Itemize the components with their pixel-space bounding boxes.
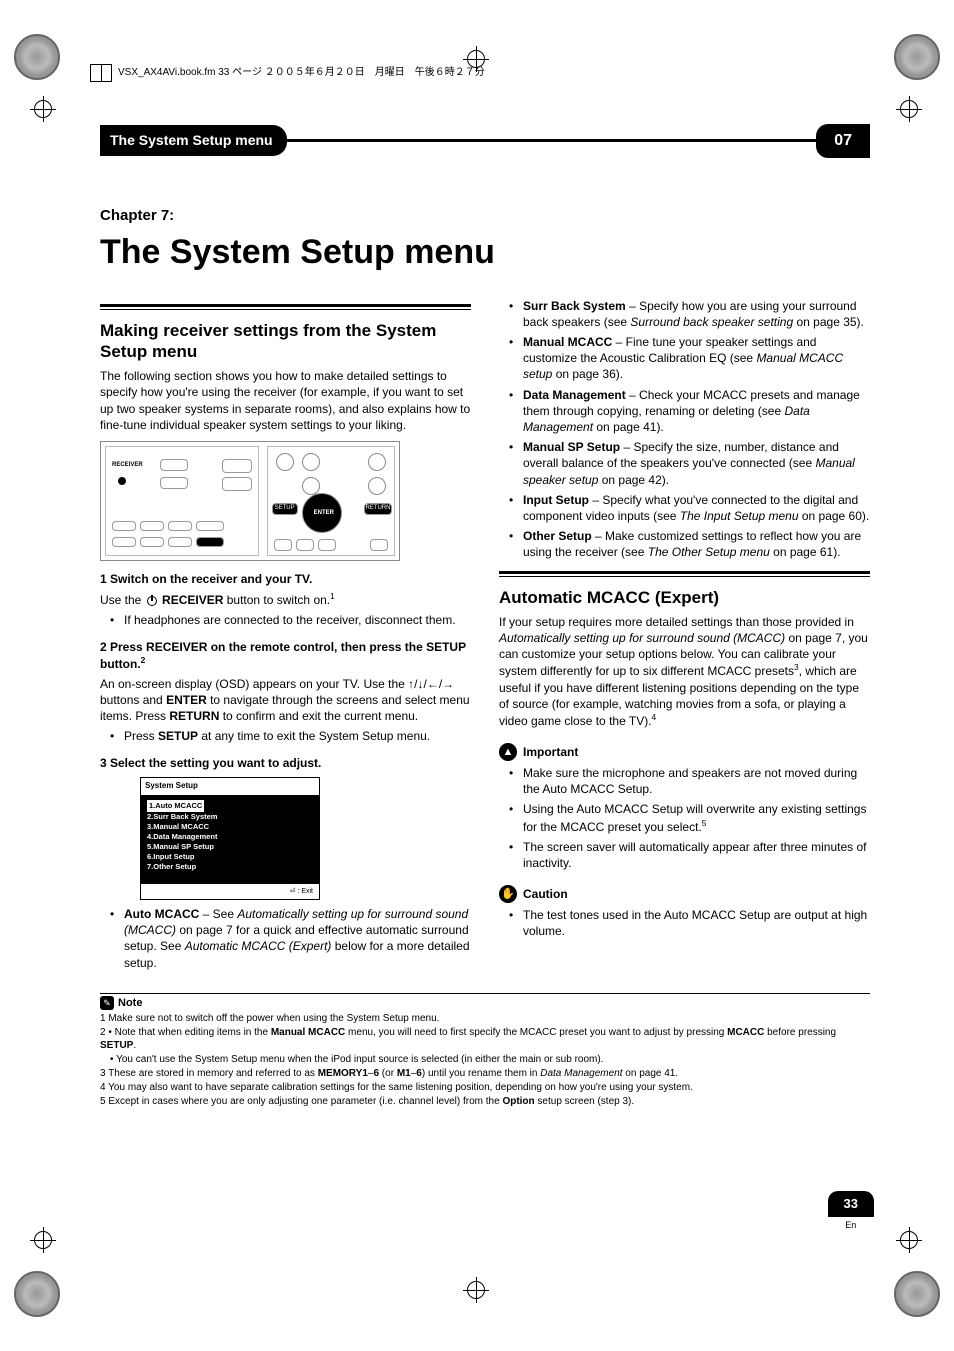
- caution-label: Caution: [523, 886, 568, 902]
- footnote: 4 You may also want to have separate cal…: [100, 1081, 870, 1094]
- osd-item: 3.Manual MCACC: [147, 822, 313, 832]
- footnote: 2 • Note that when editing items in the …: [100, 1026, 870, 1052]
- text: button to switch on.: [223, 593, 330, 607]
- caution-icon: ✋: [499, 885, 517, 903]
- footnote: • You can't use the System Setup menu wh…: [100, 1053, 870, 1066]
- footnote: 1 Make sure not to switch off the power …: [100, 1012, 870, 1025]
- step-3-title: 3 Select the setting you want to adjust.: [100, 755, 471, 771]
- binder-ring-top-right: [894, 34, 940, 80]
- footnote: 3 These are stored in memory and referre…: [100, 1067, 870, 1080]
- page-header: The System Setup menu 07: [100, 124, 870, 158]
- page-number-badge: 33 En: [828, 1191, 874, 1231]
- power-icon: [147, 596, 157, 606]
- list-item: Manual MCACC – Fine tune your speaker se…: [513, 334, 870, 383]
- arrow-icons: ↑/↓/←/→: [408, 677, 454, 691]
- list-item: Input Setup – Specify what you've connec…: [513, 492, 870, 524]
- chapter-number-badge: 07: [816, 124, 870, 158]
- setup-button-icon: SETUP: [272, 503, 298, 515]
- step-2-title: 2 Press RECEIVER on the remote control, …: [100, 639, 471, 672]
- binder-ring-bottom-left: [14, 1271, 60, 1317]
- page-language: En: [828, 1219, 874, 1231]
- note-title: Note: [118, 996, 142, 1011]
- enter-button-icon: ENTER: [314, 509, 334, 517]
- text-bold: RECEIVER: [159, 593, 224, 607]
- figure-remote-control: RECEIVER: [100, 441, 400, 561]
- heading-receiver-settings: Making receiver settings from the System…: [100, 320, 471, 363]
- list-item: Manual SP Setup – Specify the size, numb…: [513, 439, 870, 488]
- footnote-ref: 2: [141, 655, 146, 665]
- important-label: Important: [523, 744, 578, 760]
- osd-title: System Setup: [141, 778, 319, 796]
- list-item: Data Management – Check your MCACC prese…: [513, 387, 870, 436]
- osd-item: 7.Other Setup: [147, 862, 313, 872]
- osd-footer: ⏎ : Exit: [141, 883, 319, 899]
- list-item: Make sure the microphone and speakers ar…: [513, 765, 870, 797]
- book-icon: [90, 64, 112, 82]
- footnote-ref: 1: [330, 591, 335, 601]
- crop-mark: [467, 1281, 487, 1301]
- section-title-tab: The System Setup menu: [100, 125, 287, 156]
- binder-ring-bottom-right: [894, 1271, 940, 1317]
- header-rule: [287, 139, 817, 142]
- chapter-title: The System Setup menu: [100, 230, 870, 276]
- receiver-button-icon: [196, 537, 224, 547]
- power-button-icon: [118, 477, 126, 485]
- crop-mark: [900, 1231, 920, 1251]
- bookline-text: VSX_AX4AVi.book.fm 33 ページ ２００５年６月２０日 月曜日…: [118, 66, 485, 80]
- important-heading: ▲ Important: [499, 743, 870, 761]
- important-icon: ▲: [499, 743, 517, 761]
- list-item: Surr Back System – Specify how you are u…: [513, 298, 870, 330]
- text: Use the: [100, 593, 145, 607]
- osd-item: 2.Surr Back System: [147, 812, 313, 822]
- list-item: Other Setup – Make customized settings t…: [513, 528, 870, 560]
- figure-osd-menu: System Setup 1.Auto MCACC 2.Surr Back Sy…: [140, 777, 320, 900]
- step-2-desc: An on-screen display (OSD) appears on yo…: [100, 676, 471, 725]
- step-1-title: 1 Switch on the receiver and your TV.: [100, 571, 471, 587]
- osd-item: 5.Manual SP Setup: [147, 842, 313, 852]
- binder-ring-top-left: [14, 34, 60, 80]
- osd-item-selected: 1.Auto MCACC: [147, 800, 204, 812]
- osd-item: 6.Input Setup: [147, 852, 313, 862]
- heading-auto-mcacc-expert: Automatic MCACC (Expert): [499, 587, 870, 608]
- osd-item: 4.Data Management: [147, 832, 313, 842]
- step-1-desc: Use the RECEIVER button to switch on.1: [100, 591, 471, 608]
- list-item: If headphones are connected to the recei…: [114, 612, 471, 628]
- crop-mark: [900, 100, 920, 120]
- crop-mark: [34, 1231, 54, 1251]
- left-column: Making receiver settings from the System…: [100, 294, 471, 975]
- list-item: The test tones used in the Auto MCACC Se…: [513, 907, 870, 939]
- chapter-label: Chapter 7:: [100, 206, 870, 226]
- remote-label-receiver: RECEIVER: [112, 461, 143, 469]
- list-item: The screen saver will automatically appe…: [513, 839, 870, 871]
- footnote: 5 Except in cases where you are only adj…: [100, 1095, 870, 1108]
- note-icon: ✎: [100, 996, 114, 1010]
- intro-paragraph: The following section shows you how to m…: [100, 368, 471, 433]
- footnote-ref: 5: [702, 818, 707, 828]
- list-item: Auto MCACC – See Automatically setting u…: [114, 906, 471, 971]
- caution-heading: ✋ Caution: [499, 885, 870, 903]
- header-bookline: VSX_AX4AVi.book.fm 33 ページ ２００５年６月２０日 月曜日…: [90, 64, 864, 82]
- expert-paragraph: If your setup requires more detailed set…: [499, 614, 870, 729]
- return-button-icon: RETURN: [364, 503, 392, 515]
- list-item: Press SETUP at any time to exit the Syst…: [114, 728, 471, 744]
- page-number: 33: [828, 1191, 874, 1217]
- right-column: Surr Back System – Specify how you are u…: [499, 294, 870, 975]
- footnote-ref: 4: [652, 712, 657, 722]
- footnotes-section: ✎ Note 1 Make sure not to switch off the…: [100, 993, 870, 1108]
- list-item: Using the Auto MCACC Setup will overwrit…: [513, 801, 870, 834]
- crop-mark: [34, 100, 54, 120]
